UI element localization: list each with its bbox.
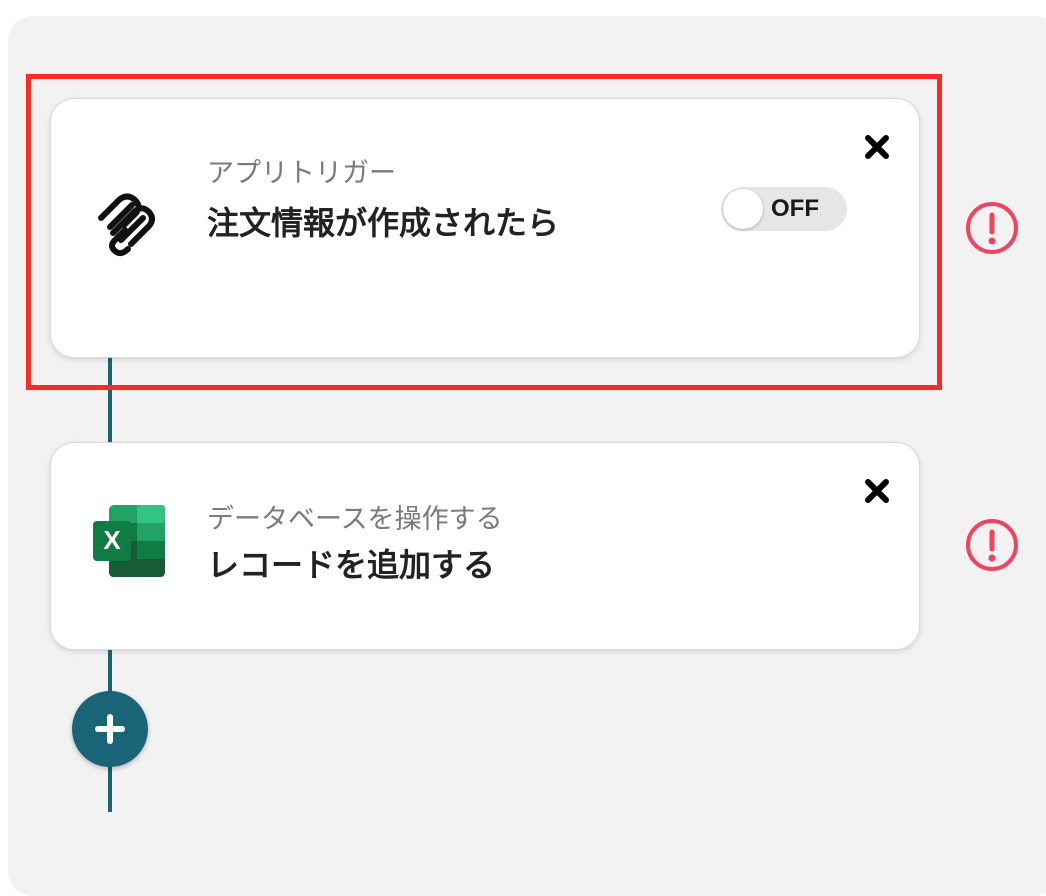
trigger-step-card[interactable]: アプリトリガー 注文情報が作成されたら OFF (50, 98, 920, 358)
exclamation-circle-icon[interactable] (964, 517, 1020, 573)
exclamation-circle-icon[interactable] (964, 200, 1020, 256)
plus-icon (95, 714, 125, 744)
step-type-label: アプリトリガー (207, 158, 396, 189)
step-title[interactable]: 注文情報が作成されたら (207, 197, 572, 249)
step-type-label: データベースを操作する (207, 504, 503, 535)
toggle-knob (723, 189, 763, 229)
flow-connector (108, 356, 112, 444)
flow-connector (108, 648, 112, 692)
toggle-label: OFF (771, 195, 819, 222)
excel-logo-icon: X (91, 503, 167, 579)
step-title[interactable]: レコードを追加する (207, 539, 495, 591)
close-icon[interactable] (861, 131, 893, 163)
close-icon[interactable] (861, 475, 893, 507)
action-step-card[interactable]: X データベースを操作する レコードを追加する (50, 442, 920, 650)
squarespace-logo-icon (91, 185, 167, 261)
trigger-toggle[interactable]: OFF (721, 187, 847, 231)
flow-connector (108, 766, 112, 812)
svg-text:X: X (103, 525, 121, 555)
add-step-button[interactable] (72, 691, 148, 767)
